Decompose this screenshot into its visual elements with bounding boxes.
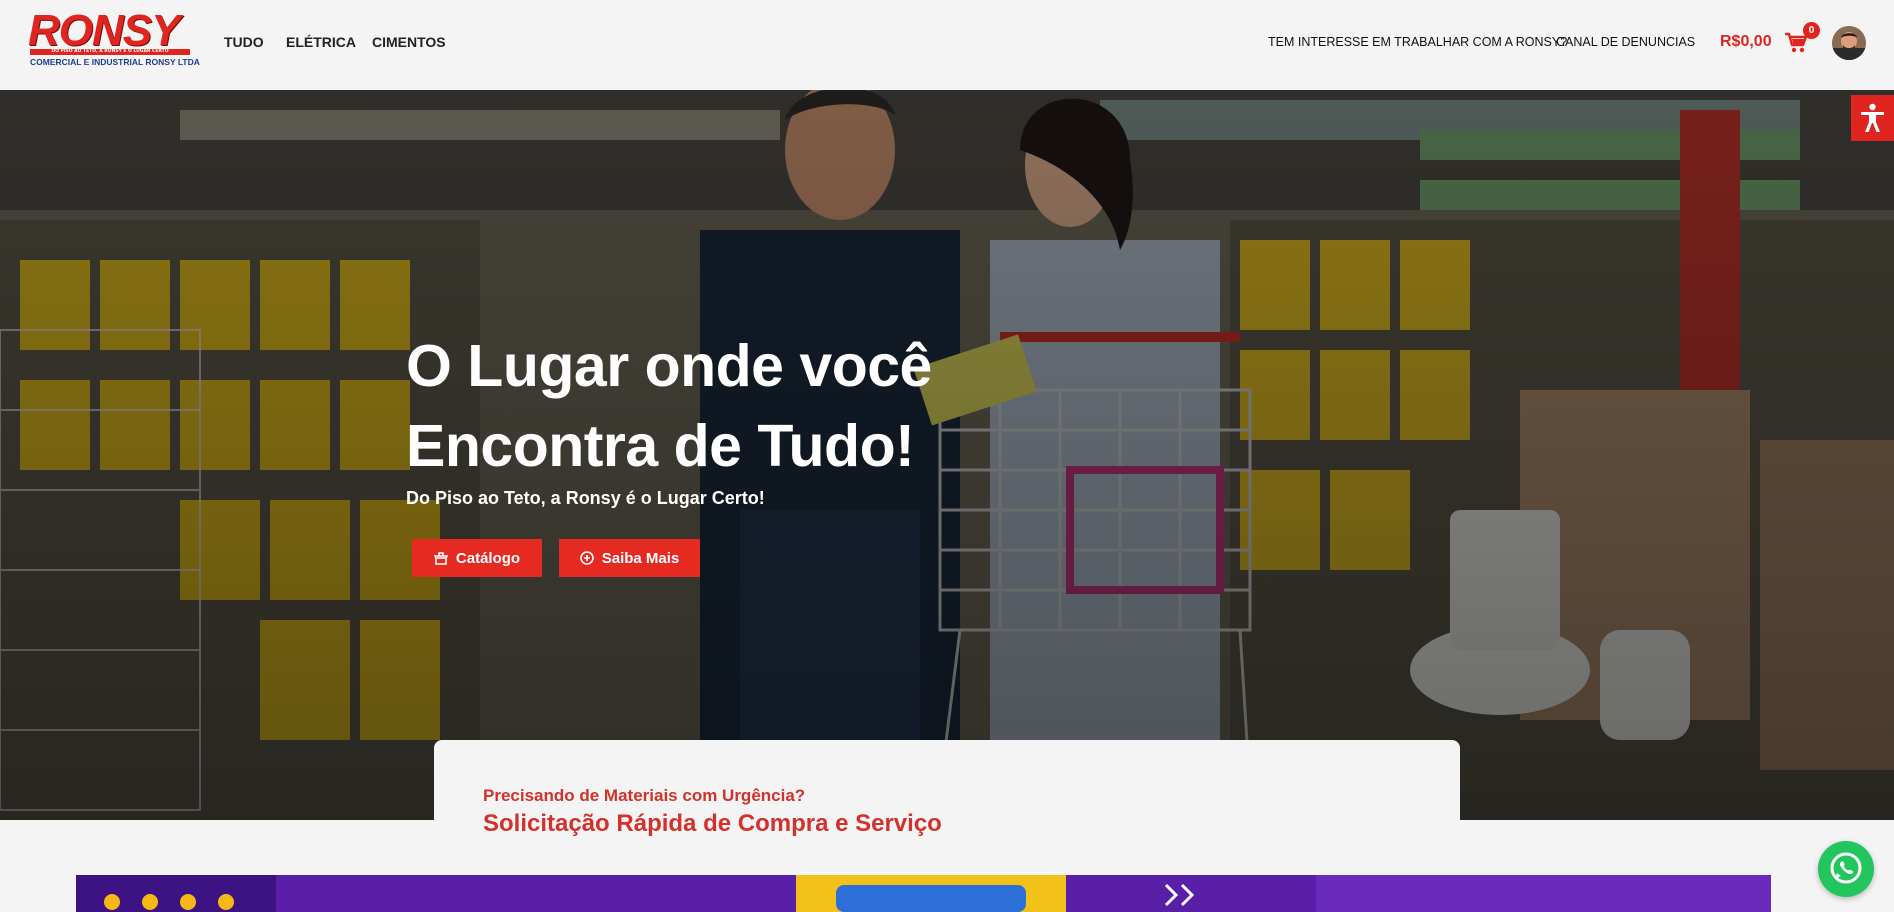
hero-section: O Lugar onde você Encontra de Tudo! Do P… — [0, 90, 1894, 820]
nav-link-complaints[interactable]: CANAL DE DENUNCIAS — [1556, 35, 1695, 49]
plus-circle-icon — [579, 551, 594, 565]
user-avatar[interactable] — [1832, 26, 1866, 60]
cart-total[interactable]: R$0,00 — [1720, 33, 1772, 51]
logo-subtitle: COMERCIAL E INDUSTRIAL RONSY LTDA — [30, 57, 200, 67]
whatsapp-button[interactable] — [1818, 841, 1874, 897]
logo-wordmark: RONSY — [28, 6, 180, 55]
accessibility-icon — [1861, 103, 1884, 132]
catalog-button-label: Catálogo — [455, 549, 521, 567]
more-info-button-label: Saiba Mais — [601, 549, 680, 567]
hero-title: O Lugar onde você Encontra de Tudo! — [406, 326, 1106, 486]
accessibility-button[interactable] — [1851, 95, 1894, 141]
nav-item-cimentos[interactable]: CIMENTOS — [372, 34, 446, 50]
store-icon — [433, 551, 448, 565]
hero-subtitle: Do Piso ao Teto, a Ronsy é o Lugar Certo… — [406, 488, 765, 508]
catalog-button[interactable]: Catálogo — [412, 539, 542, 577]
logo-tagline: DO PISO AO TETO, A RONSY É O LUGAR CERTO — [30, 49, 190, 55]
promo-banner-graphic — [76, 875, 1771, 912]
more-info-button[interactable]: Saiba Mais — [559, 539, 700, 577]
hero-title-line-2: Encontra de Tudo! — [406, 413, 915, 479]
whatsapp-icon — [1830, 852, 1862, 884]
quick-request-kicker: Precisando de Materiais com Urgência? — [483, 786, 806, 805]
nav-item-tudo[interactable]: TUDO — [224, 34, 264, 50]
quick-request-card: Precisando de Materiais com Urgência? So… — [434, 740, 1460, 850]
quick-request-title: Solicitação Rápida de Compra e Serviço — [483, 810, 942, 837]
nav-link-work-with-us[interactable]: TEM INTERESSE EM TRABALHAR COM A RONSY? — [1268, 35, 1567, 49]
promo-banner[interactable] — [76, 875, 1771, 912]
site-header: RONSY DO PISO AO TETO, A RONSY É O LUGAR… — [0, 0, 1894, 90]
hero-title-line-1: O Lugar onde você — [406, 333, 932, 399]
cart-count-badge: 0 — [1803, 22, 1820, 39]
ronsy-logo[interactable]: RONSY DO PISO AO TETO, A RONSY É O LUGAR… — [28, 6, 200, 70]
nav-item-eletrica[interactable]: ELÉTRICA — [286, 34, 356, 50]
